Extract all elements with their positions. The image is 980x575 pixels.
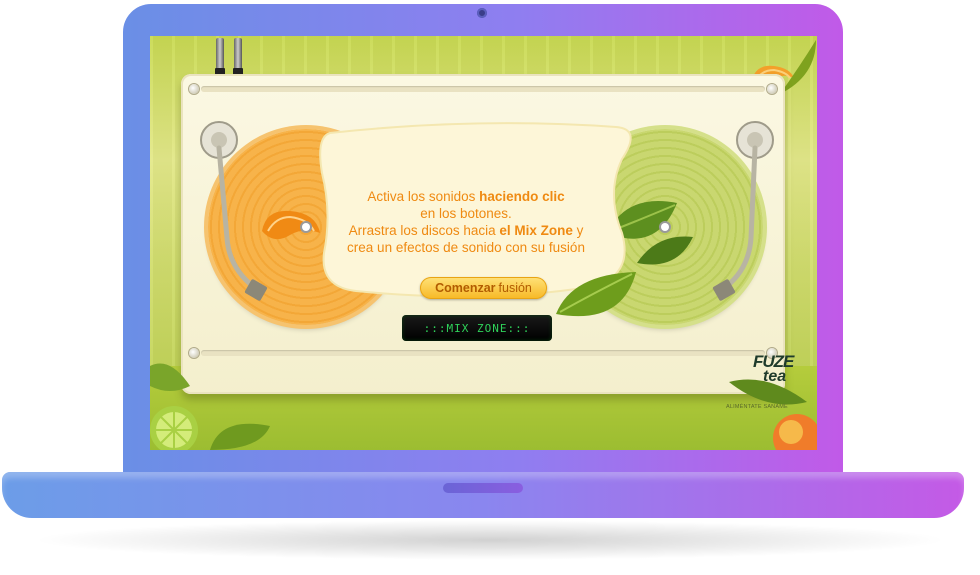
console-bottom-rail [201,350,765,356]
laptop-trackpad-notch [443,483,523,493]
brand-tagline: ALIMÉNTATE SANAME [726,404,788,410]
instruction-line-4: crea un efectos de sonido con su fusión [347,240,585,255]
leaf-icon [556,272,636,317]
instruction-line-2: en los botones. [420,206,512,221]
comenzar-fusion-button[interactable]: Comenzar fusión [420,277,547,299]
mix-zone-display[interactable]: :::MIX ZONE::: [402,315,552,341]
game-screen: :::MIX ZONE::: FUZE tea Activa los sonid… [150,36,817,450]
peach-and-leaves-icon [729,379,817,450]
left-tonearm[interactable] [197,118,277,308]
laptop-base [2,472,964,518]
console-top-rail [201,86,765,92]
lime-and-leaves-icon [150,363,270,450]
screw [189,84,199,94]
laptop-shadow [30,520,950,560]
instruction-line-3: Arrastra los discos hacia el Mix Zone y [348,223,584,238]
disc-spindle [302,223,310,231]
instruction-line-1: Activa los sonidos haciendo clic [367,189,565,204]
webcam-icon [477,8,487,18]
right-tonearm[interactable] [697,118,777,308]
disc-spindle [661,223,669,231]
instruction-text: Activa los sonidos haciendo clic en los … [328,188,604,256]
screw [767,84,777,94]
